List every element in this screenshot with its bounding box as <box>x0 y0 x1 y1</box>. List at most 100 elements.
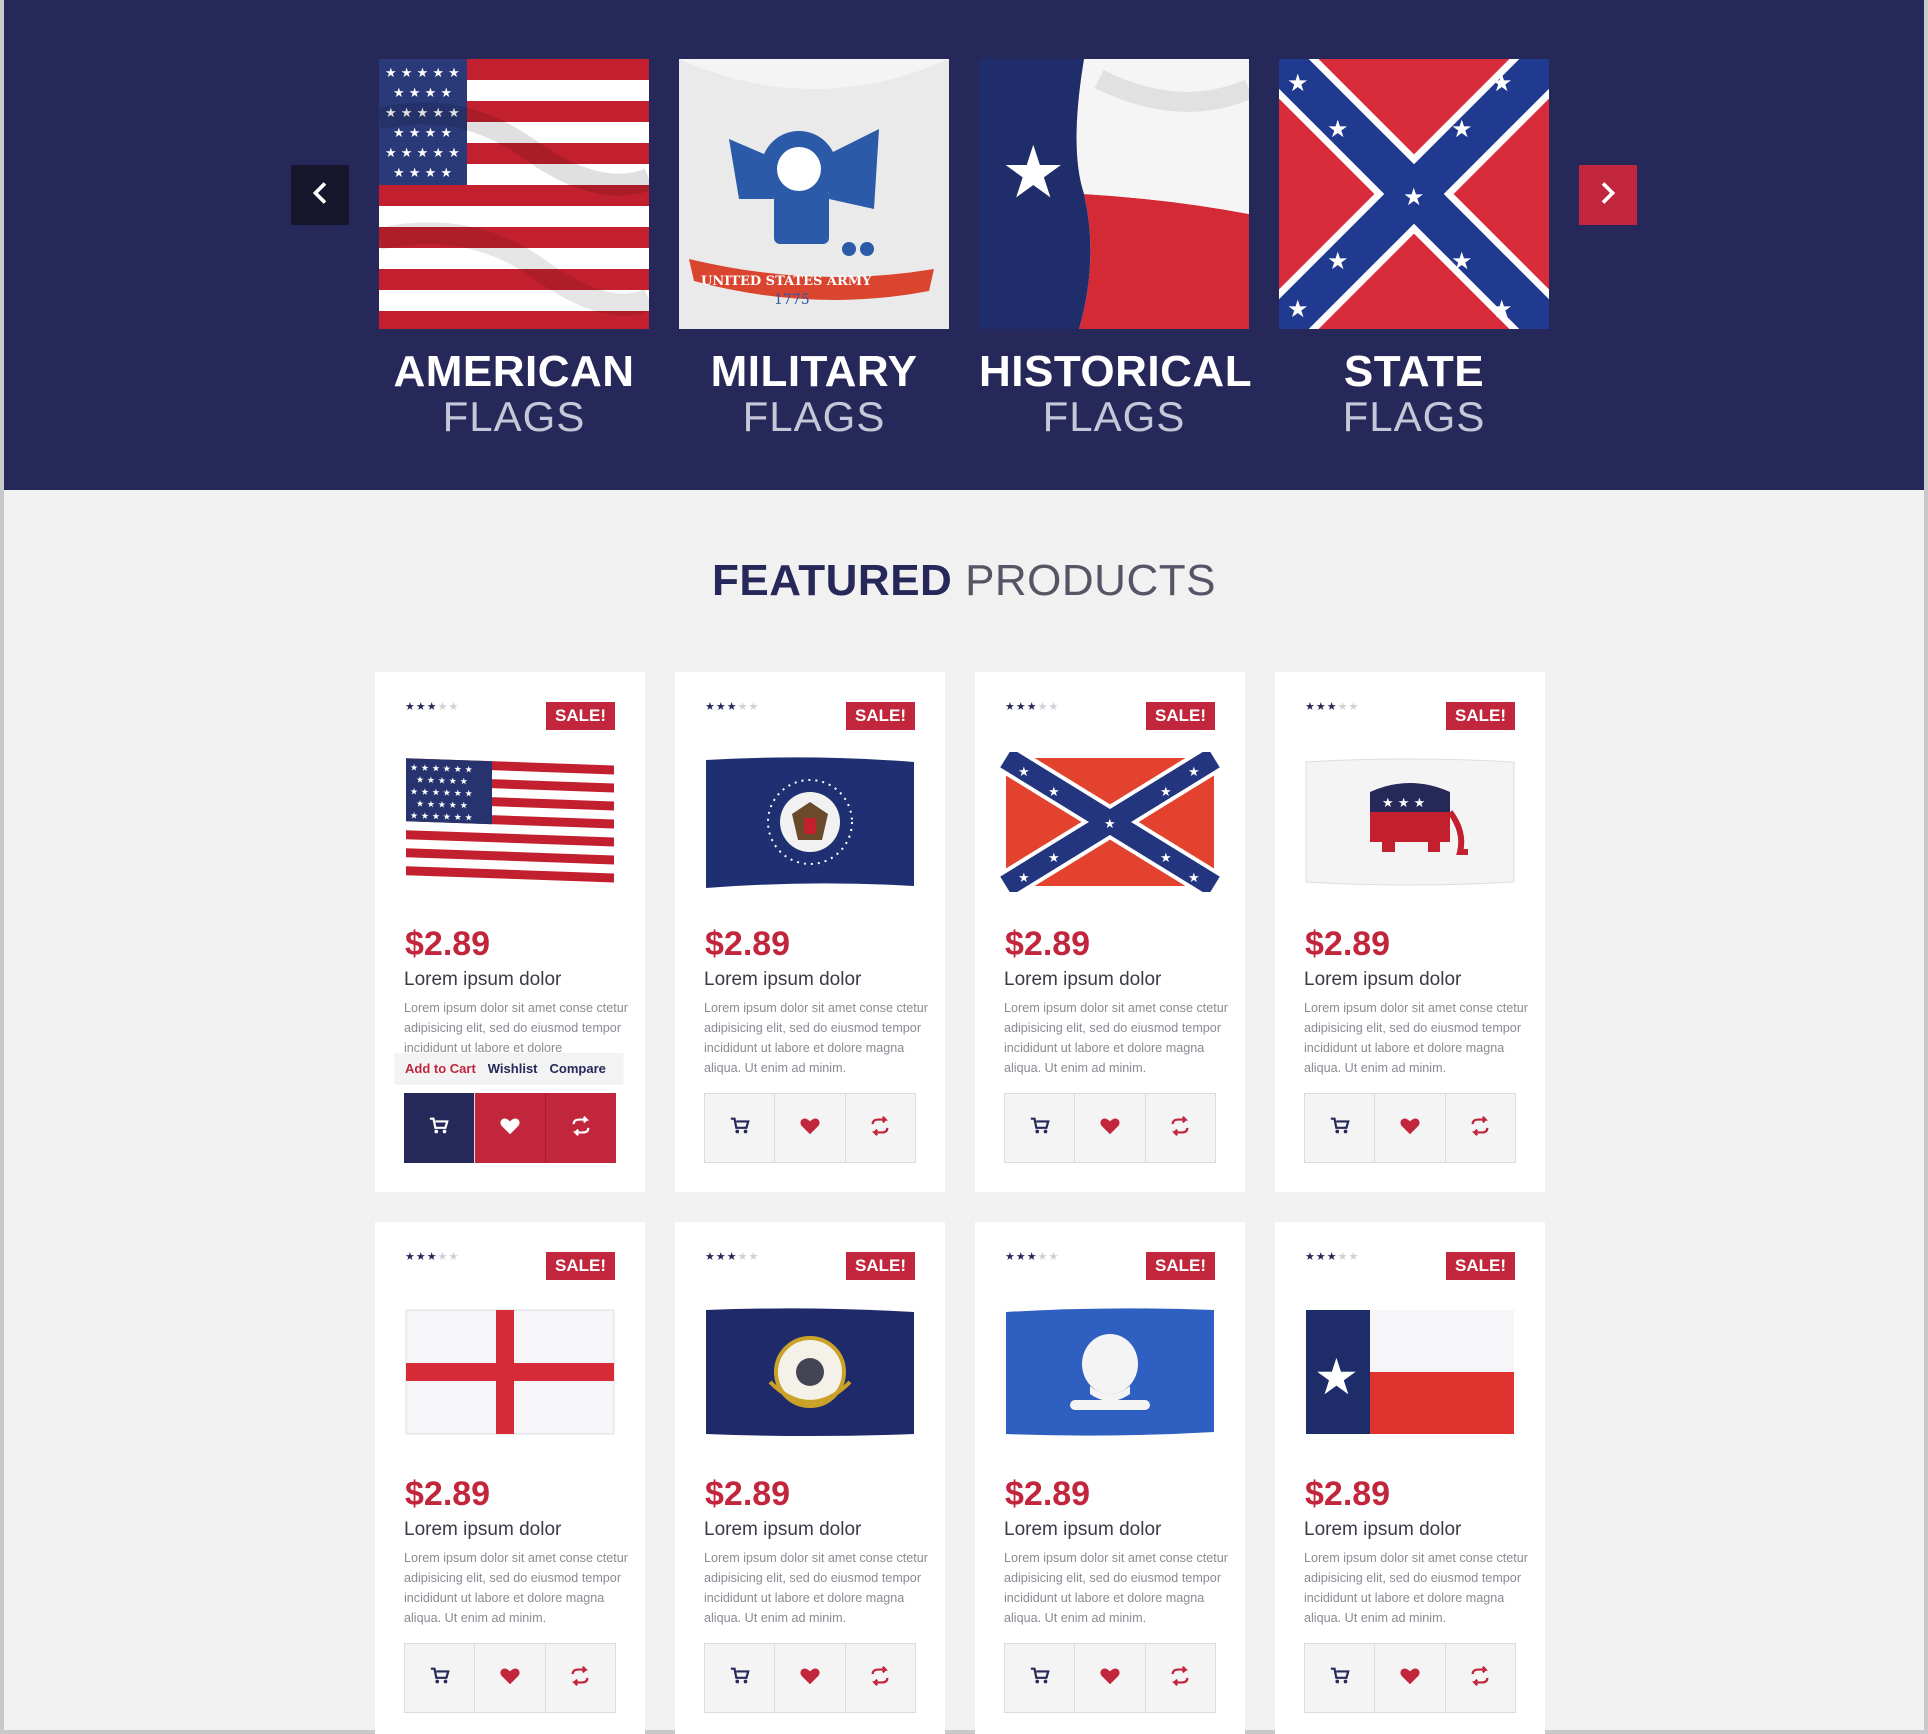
wishlist-button[interactable] <box>475 1093 546 1163</box>
svg-text:★: ★ <box>1048 851 1060 866</box>
product-image-england-flag[interactable] <box>400 1302 620 1442</box>
category-subtitle[interactable]: FLAGS <box>679 395 949 439</box>
product-card[interactable]: ★ ★ ★ ★ ★ SALE! $2.89 Lorem ipsum dolor Lore… <box>675 1222 945 1734</box>
category-subtitle[interactable]: FLAGS <box>1279 395 1549 439</box>
product-name[interactable]: Lorem ipsum dolor <box>1304 1519 1461 1541</box>
product-name[interactable]: Lorem ipsum dolor <box>1004 1519 1161 1541</box>
add-to-cart-button[interactable] <box>1005 1094 1076 1162</box>
svg-text:★ ★ ★ ★ ★ ★: ★ ★ ★ ★ ★ ★ <box>410 811 473 823</box>
svg-text:★ ★ ★ ★: ★ ★ ★ ★ <box>393 166 452 181</box>
product-name[interactable]: Lorem ipsum dolor <box>404 969 561 991</box>
add-to-cart-button[interactable] <box>1005 1644 1076 1712</box>
product-image-confederate-flag[interactable]: ★ ★ ★ ★ ★ ★ ★ ★ ★ <box>1000 752 1220 892</box>
product-description: Lorem ipsum dolor sit amet conse ctetur … <box>404 1001 628 1055</box>
carousel-next-button[interactable] <box>1579 165 1637 225</box>
american-flag-image[interactable]: ★ ★ ★ ★ ★ ★ ★ ★ ★ ★ ★ ★ ★ ★ ★ ★ ★ ★ ★ ★ … <box>379 59 649 329</box>
compare-button[interactable] <box>845 1094 915 1162</box>
product-actions <box>1004 1093 1216 1163</box>
star-icon: ★ <box>1037 1251 1048 1263</box>
add-to-cart-button[interactable] <box>404 1093 475 1163</box>
svg-text:★: ★ <box>1451 247 1473 275</box>
rating-stars: ★ ★ ★ ★ ★ <box>1305 1252 1358 1263</box>
star-icon: ★ <box>1305 1251 1315 1263</box>
wishlist-button[interactable] <box>1375 1094 1446 1162</box>
product-actions <box>1304 1093 1516 1163</box>
sale-badge: SALE! <box>846 702 915 730</box>
category-american[interactable]: ★ ★ ★ ★ ★ ★ ★ ★ ★ ★ ★ ★ ★ ★ ★ ★ ★ ★ ★ ★ … <box>379 59 649 439</box>
star-icon: ★ <box>705 1251 715 1263</box>
svg-text:★: ★ <box>1104 817 1116 832</box>
wishlist-button[interactable] <box>1375 1644 1446 1712</box>
cart-icon <box>1029 1665 1051 1692</box>
wishlist-label[interactable]: Wishlist <box>488 1061 538 1076</box>
product-card[interactable]: ★ ★ ★ ★ ★ SALE! $2.89 Lorem ipsum dolor Lore… <box>375 1222 645 1734</box>
add-to-cart-button[interactable] <box>705 1094 776 1162</box>
svg-text:★: ★ <box>1403 183 1425 211</box>
action-labels: Add to Cart Wishlist Compare <box>395 1053 623 1083</box>
add-to-cart-button[interactable] <box>1305 1644 1376 1712</box>
compare-button[interactable] <box>1445 1644 1515 1712</box>
category-military[interactable]: UNITED STATES ARMY 1775 MILITARY FLAGS <box>679 59 949 439</box>
confederate-flag-image[interactable]: ★ ★ ★ ★ ★ ★ ★ ★ ★ <box>1279 59 1549 329</box>
add-to-cart-label[interactable]: Add to Cart <box>405 1061 476 1076</box>
svg-text:★ ★ ★ ★ ★: ★ ★ ★ ★ ★ <box>416 800 468 812</box>
star-icon: ★ <box>1305 701 1315 713</box>
product-card[interactable]: ★ ★ ★ ★ ★ SALE! ★ ★ ★ ★ ★ ★ ★ ★ ★ $2.89 Lorem ipsum… <box>975 672 1245 1192</box>
product-card[interactable]: ★ ★ ★ ★ ★ SALE! ★ $2.89 Lorem ipsum dolor Lo… <box>1275 1222 1545 1734</box>
texas-flag-image[interactable]: ★ <box>979 59 1249 329</box>
product-card[interactable]: ★ ★ ★ ★ ★ SALE! $2.89 Lorem ipsum dolor Lore… <box>675 672 945 1192</box>
product-name[interactable]: Lorem ipsum dolor <box>404 1519 561 1541</box>
product-image-american-flag[interactable]: ★ ★ ★ ★ ★ ★ ★ ★ ★ ★ ★ ★ ★ ★ ★ ★ ★ ★ ★ ★ ★ … <box>400 752 620 892</box>
svg-text:★: ★ <box>1160 785 1172 800</box>
wishlist-button[interactable] <box>475 1644 546 1712</box>
wishlist-button[interactable] <box>775 1644 846 1712</box>
compare-icon <box>1469 1665 1491 1692</box>
product-card[interactable]: ★ ★ ★ ★ ★ SALE! ★ ★ ★ ★ ★ ★ ★ ★ ★ ★ ★ ★ ★ ★ ★… <box>375 672 645 1192</box>
svg-text:★: ★ <box>1018 871 1030 886</box>
category-subtitle[interactable]: FLAGS <box>379 395 649 439</box>
product-name[interactable]: Lorem ipsum dolor <box>1304 969 1461 991</box>
compare-button[interactable] <box>845 1644 915 1712</box>
cart-icon <box>729 1115 751 1142</box>
add-to-cart-button[interactable] <box>705 1644 776 1712</box>
star-icon: ★ <box>437 1251 448 1263</box>
wishlist-button[interactable] <box>775 1094 846 1162</box>
product-card[interactable]: ★ ★ ★ ★ ★ SALE! ★ ★ ★ $2.89 Lorem ipsum dolo… <box>1275 672 1545 1192</box>
wishlist-button[interactable] <box>1075 1094 1146 1162</box>
product-image-louisiana-flag[interactable] <box>1000 1302 1220 1442</box>
add-to-cart-button[interactable] <box>1305 1094 1376 1162</box>
chevron-left-icon <box>309 181 331 209</box>
compare-label[interactable]: Compare <box>550 1061 606 1076</box>
star-icon: ★ <box>1037 701 1048 713</box>
add-to-cart-button[interactable] <box>405 1644 476 1712</box>
compare-button[interactable] <box>546 1093 616 1163</box>
product-image-republican-elephant-flag[interactable]: ★ ★ ★ <box>1300 752 1520 892</box>
product-image-presidential-seal-flag[interactable] <box>700 752 920 892</box>
carousel-prev-button[interactable] <box>291 165 349 225</box>
category-subtitle[interactable]: FLAGS <box>979 395 1249 439</box>
category-state[interactable]: ★ ★ ★ ★ ★ ★ ★ ★ ★ STATE FLAGS <box>1279 59 1549 439</box>
category-title[interactable]: HISTORICAL <box>979 349 1252 395</box>
compare-button[interactable] <box>1145 1094 1215 1162</box>
product-card[interactable]: ★ ★ ★ ★ ★ SALE! $2.89 Lorem ipsum dolor Lore… <box>975 1222 1245 1734</box>
star-icon: ★ <box>748 1251 759 1263</box>
rating-stars: ★ ★ ★ ★ ★ <box>705 702 758 713</box>
product-image-texas-flag[interactable]: ★ <box>1300 1302 1520 1442</box>
compare-button[interactable] <box>545 1644 615 1712</box>
product-name[interactable]: Lorem ipsum dolor <box>1004 969 1161 991</box>
svg-text:★ ★ ★ ★ ★: ★ ★ ★ ★ ★ <box>416 776 468 788</box>
product-name[interactable]: Lorem ipsum dolor <box>704 969 861 991</box>
compare-button[interactable] <box>1145 1644 1215 1712</box>
compare-button[interactable] <box>1445 1094 1515 1162</box>
product-image-kentucky-flag[interactable] <box>700 1302 920 1442</box>
army-flag-image[interactable]: UNITED STATES ARMY 1775 <box>679 59 949 329</box>
category-title[interactable]: STATE <box>1279 349 1549 395</box>
wishlist-button[interactable] <box>1075 1644 1146 1712</box>
svg-text:★: ★ <box>1287 69 1309 97</box>
category-title[interactable]: AMERICAN <box>379 349 649 395</box>
product-name[interactable]: Lorem ipsum dolor <box>704 1519 861 1541</box>
category-title[interactable]: MILITARY <box>679 349 949 395</box>
category-carousel: ★ ★ ★ ★ ★ ★ ★ ★ ★ ★ ★ ★ ★ ★ ★ ★ ★ ★ ★ ★ … <box>4 0 1924 490</box>
category-historical[interactable]: ★ HISTORICAL FLAGS <box>979 59 1252 439</box>
star-icon: ★ <box>415 1251 426 1263</box>
